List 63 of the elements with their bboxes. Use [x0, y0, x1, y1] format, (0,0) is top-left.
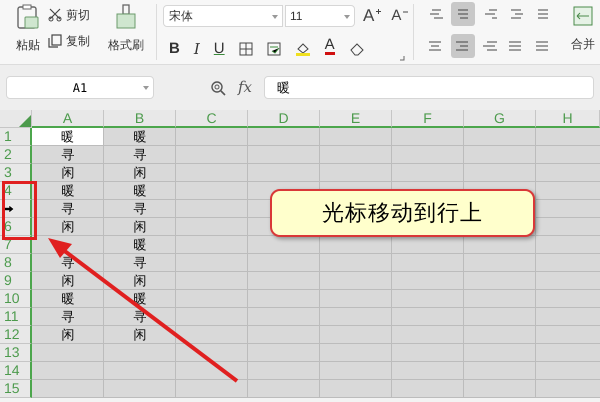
borders-icon[interactable] — [238, 42, 253, 56]
dropdown-icon[interactable] — [272, 14, 278, 19]
table-cell[interactable]: 闲 — [104, 272, 176, 290]
italic-button[interactable]: I — [194, 38, 200, 60]
align-right-icon[interactable] — [482, 40, 497, 52]
font-size-field[interactable]: 11 — [285, 4, 355, 27]
bold-button[interactable]: B — [169, 38, 180, 60]
font-name-field[interactable]: 宋体 — [163, 4, 283, 27]
align-top-icon[interactable] — [429, 8, 443, 20]
distributed-icon[interactable] — [536, 40, 550, 52]
table-cell[interactable]: 暖 — [32, 290, 104, 308]
paste-button[interactable]: 粘贴 — [16, 36, 40, 54]
align-bottom-icon[interactable] — [482, 8, 497, 20]
align-center-icon[interactable] — [456, 40, 470, 52]
table-cell[interactable]: 暖 — [32, 182, 104, 200]
highlight-frame — [2, 181, 37, 240]
table-cell[interactable]: 寻 — [32, 146, 104, 164]
increase-indent-icon[interactable] — [536, 8, 550, 20]
copy-button[interactable]: 复制 — [66, 32, 90, 50]
formula-field[interactable]: 暖 — [264, 76, 594, 99]
merge-button[interactable]: 合并 — [571, 35, 595, 53]
zoom-icon[interactable] — [210, 80, 226, 96]
active-cell[interactable]: 暖 — [32, 128, 104, 146]
table-cell[interactable]: 寻 — [104, 146, 176, 164]
table-cell[interactable]: 闲 — [104, 164, 176, 182]
table-cell[interactable]: 闲 — [104, 326, 176, 344]
underline-button[interactable]: U — [214, 38, 225, 60]
function-label[interactable]: fx — [238, 76, 252, 99]
table-cell[interactable]: 暖 — [104, 290, 176, 308]
minus-icon — [403, 10, 408, 13]
copy-icon[interactable] — [48, 34, 62, 48]
dropdown-icon[interactable] — [143, 86, 149, 90]
font-color-button[interactable]: A — [324, 38, 335, 56]
scissors-icon[interactable] — [48, 8, 62, 22]
table-cell[interactable]: 闲 — [32, 164, 104, 182]
table-cell[interactable]: 暖 — [104, 128, 176, 146]
shrink-font-button[interactable]: A — [391, 4, 402, 27]
name-box[interactable]: A1 — [6, 76, 154, 99]
table-cell[interactable]: 闲 — [104, 218, 176, 236]
decrease-indent-icon[interactable] — [509, 8, 524, 20]
table-cell[interactable]: 寻 — [32, 308, 104, 326]
format-painter-button[interactable]: 格式刷 — [108, 36, 144, 54]
table-cell[interactable]: 闲 — [32, 326, 104, 344]
dropdown-icon[interactable] — [344, 14, 350, 19]
justify-icon[interactable] — [509, 40, 524, 52]
align-left-icon[interactable] — [429, 40, 443, 52]
plus-icon — [376, 9, 382, 14]
dialog-launcher-icon[interactable] — [400, 56, 405, 61]
table-cell[interactable]: 寻 — [32, 200, 104, 218]
fill-color-icon[interactable] — [294, 40, 311, 57]
callout-tooltip: 光标移动到行上 — [270, 189, 535, 237]
table-cell[interactable]: 寻 — [104, 254, 176, 272]
clipboard-icon[interactable] — [16, 4, 40, 30]
cut-button[interactable]: 剪切 — [66, 6, 90, 24]
table-cell[interactable]: 闲 — [32, 272, 104, 290]
table-cell[interactable]: 闲 — [32, 218, 104, 236]
align-middle-icon[interactable] — [456, 8, 470, 20]
table-cell[interactable]: 暖 — [104, 236, 176, 254]
cell-style-icon[interactable] — [266, 42, 281, 56]
table-cell[interactable]: 寻 — [104, 200, 176, 218]
merge-cells-icon[interactable] — [573, 6, 593, 26]
table-cell[interactable]: 暖 — [104, 182, 176, 200]
grow-font-button[interactable]: A — [363, 3, 374, 28]
